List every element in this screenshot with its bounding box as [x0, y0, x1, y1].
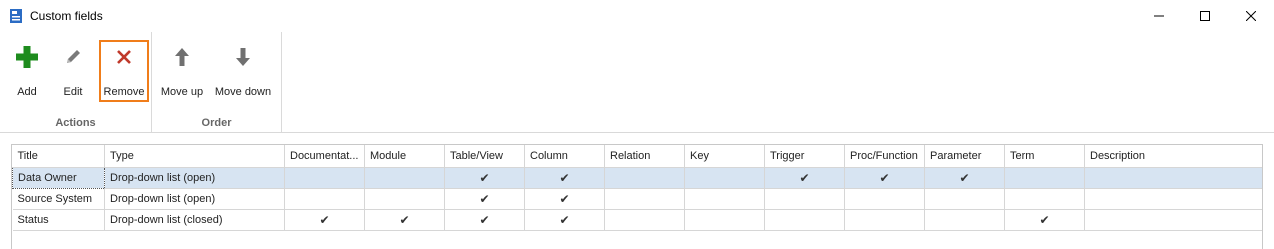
ribbon: Add Edit Remove Actions Move up Move dow… [0, 32, 1274, 133]
table-row[interactable]: Data Owner Drop-down list (open) ✔ ✔ ✔ ✔ ✔ [12, 166, 1262, 189]
add-icon [12, 42, 42, 72]
column-header[interactable]: Module [364, 145, 445, 168]
minimize-icon [1154, 15, 1164, 17]
checkmark-cell[interactable]: ✔ [844, 167, 925, 189]
empty-cell[interactable] [764, 209, 845, 231]
edit-button[interactable]: Edit [58, 38, 88, 102]
checkmark-cell[interactable]: ✔ [444, 188, 525, 210]
column-header[interactable]: Description [1084, 145, 1262, 168]
cell-description[interactable] [1084, 209, 1262, 231]
column-header[interactable]: Term [1004, 145, 1085, 168]
move-up-label: Move up [160, 86, 204, 98]
empty-cell[interactable] [1004, 188, 1085, 210]
table-row[interactable]: Source System Drop-down list (open) ✔ ✔ [12, 188, 1262, 210]
title-bar: Custom fields [0, 0, 1274, 32]
window-title: Custom fields [30, 9, 103, 23]
checkmark-cell[interactable]: ✔ [444, 209, 525, 231]
cell-type[interactable]: Drop-down list (open) [104, 167, 285, 189]
pencil-icon [58, 42, 88, 72]
order-group: Move up Move down Order [152, 32, 282, 132]
add-label: Add [17, 86, 37, 98]
empty-cell[interactable] [284, 167, 365, 189]
maximize-icon [1200, 11, 1210, 21]
empty-cell[interactable] [924, 209, 1005, 231]
remove-highlight-box [99, 40, 149, 102]
column-header[interactable]: Key [684, 145, 765, 168]
cell-title[interactable]: Status [12, 209, 105, 231]
checkmark-cell[interactable]: ✔ [364, 209, 445, 231]
cell-type[interactable]: Drop-down list (open) [104, 188, 285, 210]
cell-type[interactable]: Drop-down list (closed) [104, 209, 285, 231]
checkmark-cell[interactable]: ✔ [924, 167, 1005, 189]
empty-cell[interactable] [364, 188, 445, 210]
checkmark-cell[interactable]: ✔ [524, 188, 605, 210]
edit-label: Edit [63, 86, 83, 98]
arrow-down-icon [228, 42, 258, 72]
add-button[interactable]: Add [12, 38, 42, 102]
cell-title[interactable]: Source System [12, 188, 105, 210]
app-icon [9, 8, 23, 24]
empty-cell[interactable] [924, 188, 1005, 210]
checkmark-cell[interactable]: ✔ [1004, 209, 1085, 231]
maximize-button[interactable] [1182, 0, 1228, 32]
column-header[interactable]: Column [524, 145, 605, 168]
empty-cell[interactable] [684, 209, 765, 231]
header-row: Title Type Documentat... Module Table/View Co… [12, 145, 1262, 168]
empty-cell[interactable] [844, 209, 925, 231]
move-down-label: Move down [214, 86, 272, 98]
checkmark-cell[interactable]: ✔ [524, 209, 605, 231]
column-header[interactable]: Title [12, 145, 105, 168]
empty-cell[interactable] [684, 167, 765, 189]
empty-cell[interactable] [1004, 167, 1085, 189]
custom-fields-grid[interactable]: Title Type Documentat... Module Table/View Co… [11, 144, 1263, 249]
empty-cell[interactable] [364, 167, 445, 189]
table-row[interactable]: Status Drop-down list (closed) ✔ ✔ ✔ ✔ ✔ [12, 209, 1262, 231]
empty-cell[interactable] [764, 188, 845, 210]
cell-title[interactable]: Data Owner [12, 166, 105, 189]
order-group-label: Order [201, 117, 232, 129]
column-header[interactable]: Documentat... [284, 145, 365, 168]
close-button[interactable] [1228, 0, 1274, 32]
empty-cell[interactable] [684, 188, 765, 210]
checkmark-cell[interactable]: ✔ [524, 167, 605, 189]
empty-cell[interactable] [604, 188, 685, 210]
move-up-button[interactable]: Move up [158, 38, 206, 102]
column-header[interactable]: Parameter [924, 145, 1005, 168]
column-header[interactable]: Trigger [764, 145, 845, 168]
empty-cell[interactable] [604, 209, 685, 231]
empty-cell[interactable] [604, 167, 685, 189]
checkmark-cell[interactable]: ✔ [444, 167, 525, 189]
cell-description[interactable] [1084, 167, 1262, 189]
checkmark-cell[interactable]: ✔ [764, 167, 845, 189]
arrow-up-icon [167, 42, 197, 72]
column-header[interactable]: Proc/Function [844, 145, 925, 168]
minimize-button[interactable] [1136, 0, 1182, 32]
close-icon [1246, 11, 1256, 21]
empty-cell[interactable] [284, 188, 365, 210]
cell-description[interactable] [1084, 188, 1262, 210]
column-header[interactable]: Table/View [444, 145, 525, 168]
column-header[interactable]: Type [104, 145, 285, 168]
move-down-button[interactable]: Move down [214, 38, 272, 102]
checkmark-cell[interactable]: ✔ [284, 209, 365, 231]
empty-cell[interactable] [844, 188, 925, 210]
column-header[interactable]: Relation [604, 145, 685, 168]
custom-fields-table: Title Type Documentat... Module Table/View Co… [12, 145, 1262, 231]
actions-group-label: Actions [55, 117, 96, 129]
